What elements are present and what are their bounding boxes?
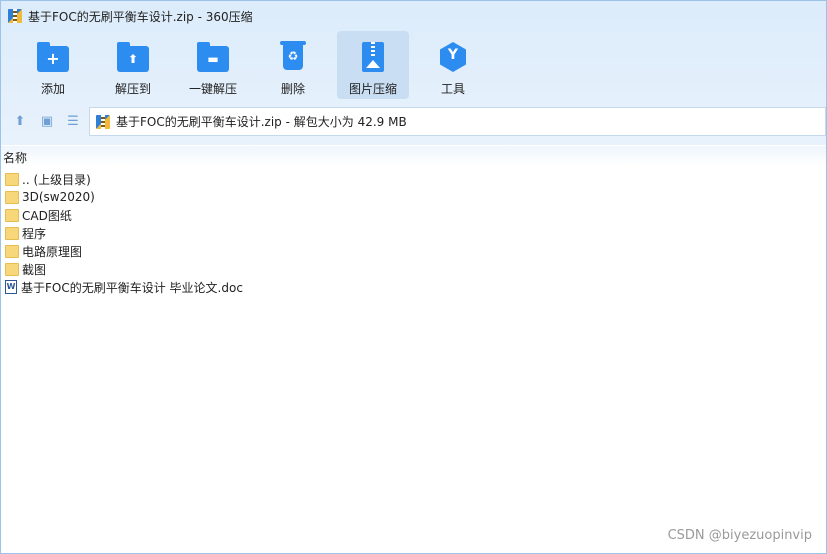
folder-icon bbox=[5, 172, 19, 186]
list-item[interactable]: CAD图纸 bbox=[1, 206, 826, 224]
top-area: 基于FOC的无刷平衡车设计.zip - 360压缩 + 添加 ⬆ 解压到 ▬ 一… bbox=[1, 1, 826, 145]
extract-to-button-label: 解压到 bbox=[114, 82, 151, 96]
list-view-icon[interactable]: ☰ bbox=[65, 114, 81, 130]
list-item-label: 基于FOC的无刷平衡车设计 毕业论文.doc bbox=[21, 280, 243, 295]
list-item[interactable]: 截图 bbox=[1, 260, 826, 278]
window-title: 基于FOC的无刷平衡车设计.zip - 360压缩 bbox=[28, 9, 253, 24]
tools-icon: Y bbox=[440, 42, 466, 72]
address-bar[interactable]: 基于FOC的无刷平衡车设计.zip - 解包大小为 42.9 MB bbox=[89, 107, 826, 136]
one-click-extract-button[interactable]: ▬ 一键解压 bbox=[177, 31, 249, 99]
image-compress-button-label: 图片压缩 bbox=[348, 82, 397, 96]
list-item-label: 截图 bbox=[22, 262, 47, 277]
toolbar: + 添加 ⬆ 解压到 ▬ 一键解压 ♻ 删除 图片压缩 Y 工具 bbox=[1, 29, 826, 101]
file-list: .. (上级目录) 3D(sw2020) CAD图纸 程序 电路原理图 截图 W… bbox=[1, 170, 826, 296]
tools-button[interactable]: Y 工具 bbox=[417, 31, 489, 99]
add-icon: + bbox=[37, 42, 69, 72]
list-item-parent-dir[interactable]: .. (上级目录) bbox=[1, 170, 826, 188]
list-item[interactable]: W 基于FOC的无刷平衡车设计 毕业论文.doc bbox=[1, 278, 826, 296]
archive-app-icon bbox=[8, 9, 22, 23]
one-click-extract-icon: ▬ bbox=[197, 42, 229, 72]
folder-icon bbox=[5, 226, 19, 240]
folder-icon bbox=[5, 262, 19, 276]
navigation-bar: ⬆ ▣ ☰ 基于FOC的无刷平衡车设计.zip - 解包大小为 42.9 MB bbox=[1, 107, 826, 137]
archive-icon bbox=[96, 114, 110, 129]
list-item-label: 程序 bbox=[22, 226, 47, 241]
list-item-label: .. (上级目录) bbox=[22, 172, 91, 187]
folder-icon bbox=[5, 244, 19, 258]
extract-to-button[interactable]: ⬆ 解压到 bbox=[97, 31, 169, 99]
list-item-label: 电路原理图 bbox=[22, 244, 83, 259]
add-button[interactable]: + 添加 bbox=[17, 31, 89, 99]
up-arrow-icon[interactable]: ⬆ bbox=[12, 114, 28, 130]
watermark: CSDN @biyezuopinvip bbox=[667, 528, 812, 543]
add-button-label: 添加 bbox=[40, 82, 65, 96]
list-item[interactable]: 电路原理图 bbox=[1, 242, 826, 260]
word-doc-icon: W bbox=[5, 280, 17, 294]
column-header[interactable]: 名称 bbox=[1, 146, 826, 166]
thumbnail-view-icon[interactable]: ▣ bbox=[39, 114, 55, 130]
column-name-header[interactable]: 名称 bbox=[3, 149, 27, 166]
list-item-label: 3D(sw2020) bbox=[22, 190, 95, 204]
extract-to-icon: ⬆ bbox=[117, 42, 149, 72]
list-item-label: CAD图纸 bbox=[22, 208, 72, 223]
image-compress-icon bbox=[362, 42, 384, 72]
tools-button-label: 工具 bbox=[440, 82, 465, 96]
address-text: 基于FOC的无刷平衡车设计.zip - 解包大小为 42.9 MB bbox=[116, 115, 407, 129]
image-compress-button[interactable]: 图片压缩 bbox=[337, 31, 409, 99]
title-bar: 基于FOC的无刷平衡车设计.zip - 360压缩 bbox=[1, 1, 826, 31]
list-item[interactable]: 程序 bbox=[1, 224, 826, 242]
folder-icon bbox=[5, 208, 19, 222]
delete-icon: ♻ bbox=[280, 41, 306, 70]
delete-button-label: 删除 bbox=[280, 82, 305, 96]
folder-icon bbox=[5, 190, 19, 204]
delete-button[interactable]: ♻ 删除 bbox=[257, 31, 329, 99]
app-window: 基于FOC的无刷平衡车设计.zip - 360压缩 + 添加 ⬆ 解压到 ▬ 一… bbox=[0, 0, 827, 554]
one-click-extract-button-label: 一键解压 bbox=[188, 82, 237, 96]
list-item[interactable]: 3D(sw2020) bbox=[1, 188, 826, 206]
